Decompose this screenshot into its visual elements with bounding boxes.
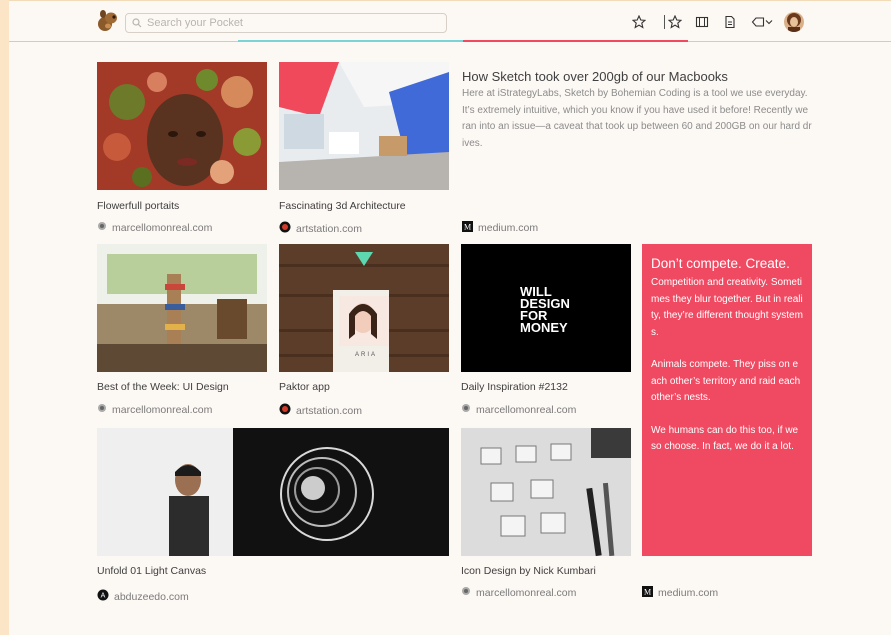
search-input[interactable] <box>147 17 437 29</box>
star-outline-icon[interactable] <box>667 14 683 30</box>
card-source-label: artstation.com <box>296 404 362 417</box>
card-image-unfold[interactable] <box>97 428 449 556</box>
document-icon[interactable] <box>722 14 738 30</box>
card-source-label: marcellomonreal.com <box>112 221 213 234</box>
article-title[interactable]: How Sketch took over 200gb of our Macboo… <box>462 69 728 84</box>
card-source[interactable]: marcellomonreal.com <box>461 586 576 599</box>
svg-text:M: M <box>464 223 471 232</box>
paktor-image-label: ARIA <box>354 352 377 358</box>
card-title[interactable]: Flowerfull portaits <box>97 200 179 212</box>
card-image-icon-design[interactable] <box>461 428 631 556</box>
site-favicon-icon <box>279 221 291 236</box>
film-icon[interactable] <box>694 14 710 30</box>
avatar[interactable] <box>784 12 804 32</box>
card-source[interactable]: artstation.com <box>279 221 362 236</box>
site-favicon-icon <box>279 403 291 418</box>
card-source-label: marcellomonreal.com <box>476 403 577 416</box>
card-source-label: artstation.com <box>296 222 362 235</box>
header-divider <box>664 15 665 29</box>
quote-card[interactable]: Don’t compete. Create. Competition and c… <box>642 244 812 556</box>
chevron-down-icon[interactable] <box>764 14 774 30</box>
medium-logo-icon: M <box>642 586 653 600</box>
card-title[interactable]: Best of the Week: UI Design <box>97 381 229 393</box>
card-image-ui-design[interactable] <box>97 244 267 372</box>
quote-paragraph: We humans can do this too, if we so choo… <box>651 424 799 453</box>
card-source-label: marcellomonreal.com <box>476 586 577 599</box>
header-accent-line <box>238 40 688 42</box>
quote-title: Don’t compete. Create. <box>651 256 790 271</box>
card-source[interactable]: artstation.com <box>279 403 362 418</box>
site-favicon-icon <box>461 586 471 599</box>
card-source[interactable]: A abduzeedo.com <box>97 589 189 604</box>
card-image-flowerfull[interactable] <box>97 62 267 190</box>
card-title[interactable]: Icon Design by Nick Kumbari <box>461 565 596 577</box>
card-source-label: medium.com <box>658 587 719 599</box>
card-image-architecture[interactable] <box>279 62 449 190</box>
card-source[interactable]: M medium.com <box>642 586 718 600</box>
top-bar <box>9 0 891 42</box>
card-image-paktor[interactable]: ARIA <box>279 244 449 372</box>
card-source[interactable]: marcellomonreal.com <box>461 403 576 416</box>
card-source-label: medium.com <box>478 222 539 234</box>
svg-text:A: A <box>101 593 106 600</box>
card-source[interactable]: marcellomonreal.com <box>97 221 212 234</box>
card-source-label: abduzeedo.com <box>114 590 189 603</box>
search-box[interactable] <box>125 13 447 33</box>
left-edge-bar <box>0 0 9 635</box>
card-title[interactable]: Unfold 01 Light Canvas <box>97 565 206 577</box>
svg-text:M: M <box>644 588 651 597</box>
card-title[interactable]: Daily Inspiration #2132 <box>461 381 568 393</box>
quote-paragraph: Animals compete. They piss on each other… <box>651 359 801 403</box>
medium-logo-icon: M <box>462 221 473 235</box>
site-favicon-icon <box>461 403 471 416</box>
card-source[interactable]: M medium.com <box>462 221 538 235</box>
article-excerpt: Here at iStrategyLabs, Sketch by Bohemia… <box>462 88 812 149</box>
star-icon[interactable] <box>631 14 647 30</box>
card-image-will-design[interactable]: WILL DESIGN FOR MONEY <box>461 244 631 372</box>
pocket-logo-icon[interactable] <box>95 9 119 33</box>
abduzeedo-logo-icon: A <box>97 589 109 604</box>
card-title[interactable]: Paktor app <box>279 381 330 393</box>
site-favicon-icon <box>97 221 107 234</box>
image-text-line: MONEY <box>520 320 568 335</box>
card-source-label: marcellomonreal.com <box>112 403 213 416</box>
card-title[interactable]: Fascinating 3d Architecture <box>279 200 406 212</box>
site-favicon-icon <box>97 403 107 416</box>
search-icon <box>132 18 142 28</box>
quote-paragraph: Competition and creativity. Sometimes th… <box>651 277 803 338</box>
card-source[interactable]: marcellomonreal.com <box>97 403 212 416</box>
